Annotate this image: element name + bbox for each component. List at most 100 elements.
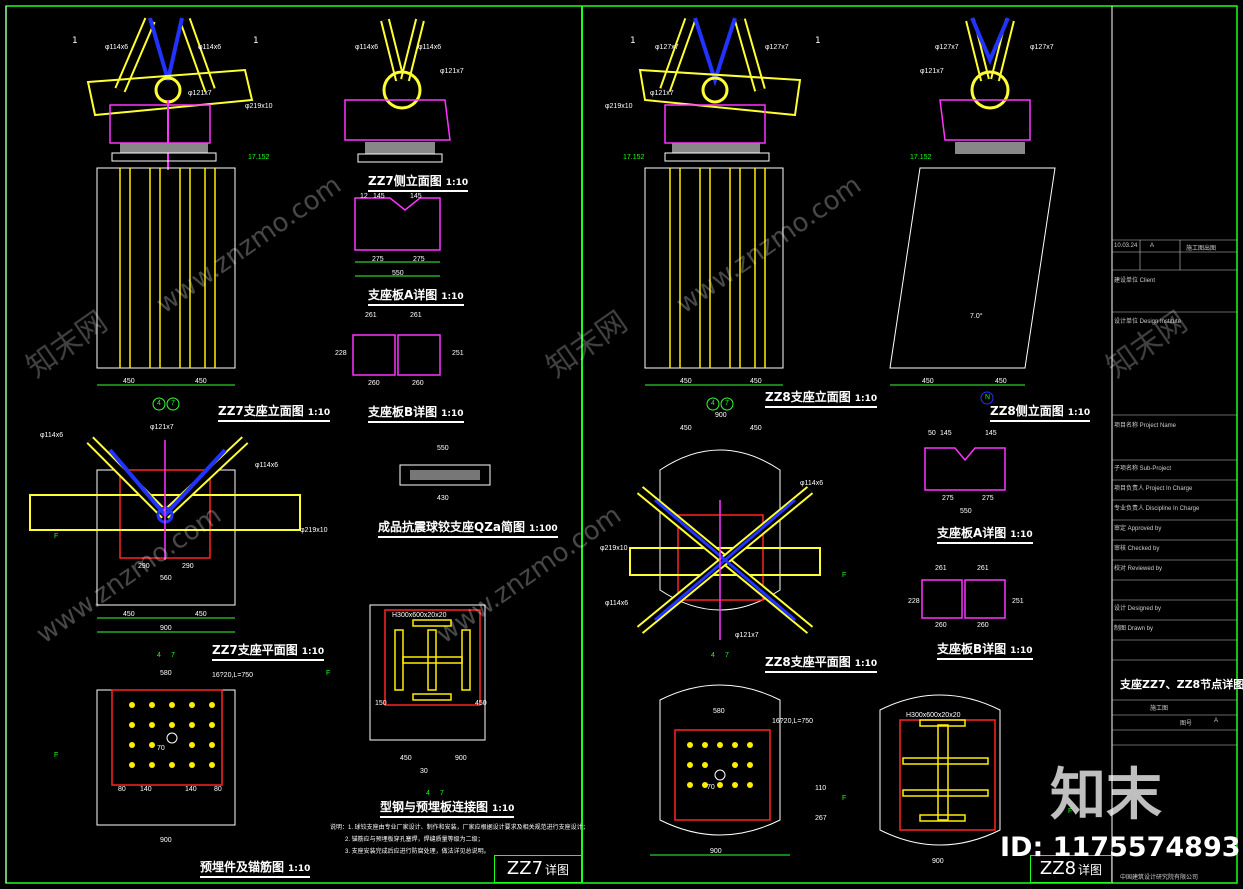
- dim-label: 560: [160, 575, 172, 582]
- axis-mark-right: F: [842, 572, 847, 579]
- pipe-label: φ114x6: [40, 432, 64, 439]
- axis-mark-right: 4: [711, 652, 715, 659]
- pipe-label: φ121x7: [150, 424, 174, 431]
- note-line: 说明：1. 球铰支座由专业厂家设计、制作和安装，厂家应根据设计要求及相关规范进行…: [330, 825, 589, 831]
- dim-label: 145: [410, 193, 422, 200]
- axis-mark-left: 4: [157, 400, 161, 407]
- axis-mark-left: 7: [171, 652, 175, 659]
- pipe-label: φ127x7: [935, 44, 959, 51]
- dim-label: 110: [815, 785, 827, 792]
- axis-mark-left: F: [54, 533, 59, 540]
- axis-mark-right: N: [985, 394, 991, 401]
- title-block-row: 子项名称 Sub-Project: [1114, 466, 1172, 472]
- zz7-embed-plate-drawing: [96, 689, 236, 826]
- pipe-label: φ121x7: [650, 90, 674, 97]
- pipe-label: φ121x7: [920, 68, 944, 75]
- dim-label: 900: [715, 412, 727, 419]
- dim-label: 450: [995, 378, 1007, 385]
- dim-label: 900: [710, 848, 722, 855]
- dim-label: 450: [475, 700, 487, 707]
- zz8-plan-title: ZZ8支座平面图 1:10: [765, 655, 878, 673]
- revision-date: 10.03.24: [1114, 243, 1138, 249]
- dim-label: 228: [335, 350, 347, 357]
- title-block-row: 设计 Designed by: [1114, 606, 1162, 612]
- dim-label: 450: [195, 378, 207, 385]
- title-block-row: 审核 Checked by: [1114, 546, 1160, 552]
- dim-label: 450: [123, 611, 135, 618]
- sheet-number: A: [1214, 718, 1219, 724]
- dim-label: 450: [922, 378, 934, 385]
- axis-mark-left: 4: [157, 652, 161, 659]
- axis-mark-right: 4: [711, 400, 715, 407]
- elevation-mark: 17.152: [623, 154, 645, 161]
- dim-label: 900: [455, 755, 467, 762]
- dim-label: 275: [942, 495, 954, 502]
- dim-label: 7.0°: [970, 313, 983, 320]
- sheet-number-label: 图号: [1180, 721, 1193, 727]
- pipe-label: φ114x6: [105, 44, 129, 51]
- pipe-label: φ219x10: [600, 545, 628, 552]
- section-mark-left-2: 1: [253, 36, 259, 46]
- pipe-label: φ127x7: [765, 44, 789, 51]
- dim-label: 30: [420, 768, 428, 775]
- pipe-label: φ121x7: [735, 632, 759, 639]
- dim-label: 580: [160, 670, 172, 677]
- dim-label: 12: [360, 193, 368, 200]
- dim-label: 251: [452, 350, 464, 357]
- watermark-id: ID: 1175574893: [1000, 832, 1241, 863]
- steel-section-label: H300x600x20x20: [392, 612, 447, 619]
- note-line: 2. 锚筋应与预埋板穿孔塞焊，焊缝质量等级为二级；: [345, 837, 484, 843]
- zz7-plan-title: ZZ7支座平面图 1:10: [212, 643, 325, 661]
- dim-label: 290: [182, 563, 194, 570]
- zz8-plate-b-drawing: [921, 579, 1006, 619]
- axis-mark-right: 7: [725, 652, 729, 659]
- zz7-side-elevation-drawing: [344, 18, 451, 163]
- zz7-elevation-title: ZZ7支座立面图 1:10: [218, 404, 331, 422]
- dim-label: 450: [195, 611, 207, 618]
- dim-label: 80: [214, 786, 222, 793]
- pipe-label: φ219x10: [300, 527, 328, 534]
- dim-label: 260: [368, 380, 380, 387]
- axis-mark-right: 7: [725, 400, 729, 407]
- rebar-label: 16?20,L=750: [772, 718, 814, 725]
- pipe-label: φ121x7: [440, 68, 464, 75]
- dim-label: 430: [437, 495, 449, 502]
- zz7-plate-b-drawing: [352, 334, 441, 376]
- title-block-row: 审定 Approved by: [1114, 526, 1162, 532]
- connection-title: 型钢与预埋板连接图 1:10: [380, 800, 515, 818]
- dim-label: 70: [707, 784, 715, 791]
- dim-label: 251: [1012, 598, 1024, 605]
- title-block-row: 制图 Drawn by: [1114, 626, 1154, 632]
- pipe-label: φ114x6: [198, 44, 222, 51]
- dim-label: 450: [123, 378, 135, 385]
- elevation-mark: 17.152: [910, 154, 932, 161]
- dim-label: 450: [680, 378, 692, 385]
- dim-label: 267: [815, 815, 827, 822]
- zz7-side-elevation-title: ZZ7侧立面图 1:10: [368, 174, 469, 192]
- rebar-label: 16?20,L=750: [212, 672, 254, 679]
- dim-label: 140: [185, 786, 197, 793]
- title-block-row: 项目负责人 Project In Charge: [1114, 486, 1193, 492]
- dim-label: 261: [365, 312, 377, 319]
- dim-label: 260: [412, 380, 424, 387]
- title-block-row: 专业负责人 Discipline In Charge: [1114, 506, 1200, 512]
- dim-label: 261: [935, 565, 947, 572]
- section-mark-left-1: 1: [72, 36, 78, 46]
- pipe-label: φ114x6: [255, 462, 279, 469]
- dim-label: 450: [750, 425, 762, 432]
- zz8-plate-a-title: 支座板A详图 1:10: [937, 526, 1033, 544]
- dim-label: 450: [400, 755, 412, 762]
- zz8-side-elevation-drawing: [889, 17, 1056, 405]
- dim-label: 145: [373, 193, 385, 200]
- axis-mark-left: 7: [171, 400, 175, 407]
- title-block-footer: 中国建筑设计研究院有限公司: [1120, 875, 1199, 881]
- dim-label: 80: [118, 786, 126, 793]
- pipe-label: φ114x6: [355, 44, 379, 51]
- dim-label: 260: [935, 622, 947, 629]
- dim-label: 228: [908, 598, 920, 605]
- title-block-row: 校对 Reviewed by: [1114, 566, 1163, 572]
- title-block-row: 建设单位 Client: [1114, 278, 1156, 284]
- pipe-label: φ121x7: [188, 90, 212, 97]
- dim-label: 70: [157, 745, 165, 752]
- axis-mark-left: 4: [426, 790, 430, 797]
